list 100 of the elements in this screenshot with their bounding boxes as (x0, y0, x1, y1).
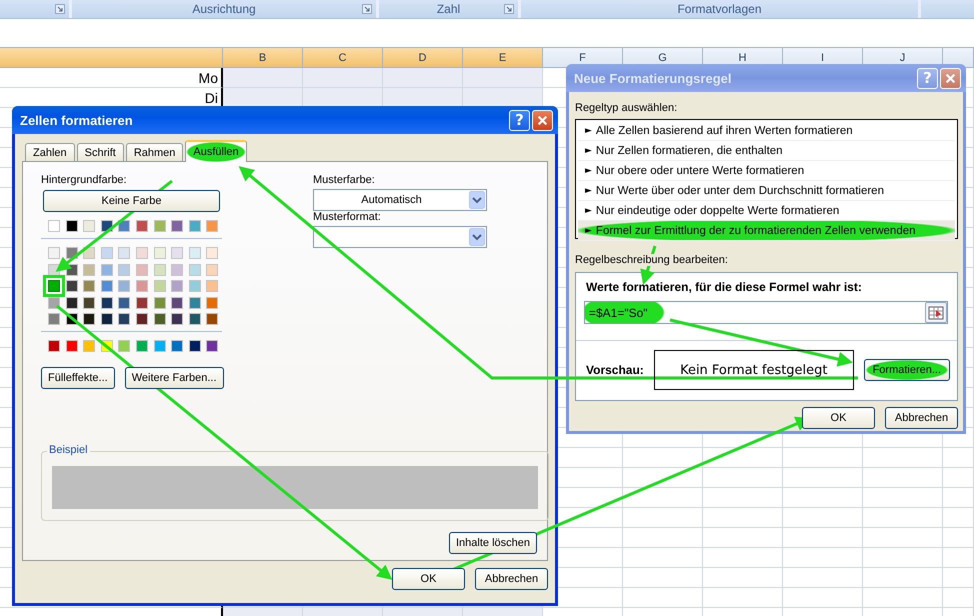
no-color-button[interactable]: Keine Farbe (43, 190, 220, 212)
color-swatch[interactable] (66, 340, 78, 352)
color-swatch[interactable] (48, 220, 60, 232)
color-swatch[interactable] (188, 247, 201, 259)
more-colors-button[interactable]: Weitere Farben... (124, 367, 224, 389)
rule-type-item[interactable]: ► Nur obere oder untere Werte formatieren (578, 161, 955, 181)
color-swatch[interactable] (188, 220, 201, 232)
pattern-color-dropdown[interactable]: Automatisch (313, 189, 487, 211)
tab[interactable]: Schrift (76, 143, 124, 161)
triangle-marker: ► (585, 166, 592, 176)
color-swatch[interactable] (206, 247, 218, 259)
color-swatch[interactable] (83, 220, 96, 232)
color-swatch[interactable] (154, 220, 166, 232)
color-swatch[interactable] (154, 313, 166, 325)
tab[interactable]: Zahlen (25, 143, 75, 161)
color-swatch[interactable] (83, 280, 96, 292)
color-swatch[interactable] (136, 220, 148, 232)
color-swatch[interactable] (118, 264, 130, 276)
format-button[interactable]: Formatieren... (864, 359, 950, 381)
color-swatch[interactable] (171, 264, 184, 276)
color-swatch[interactable] (171, 220, 184, 232)
color-swatch[interactable] (188, 296, 201, 308)
color-swatch[interactable] (171, 313, 184, 325)
color-swatch[interactable] (66, 280, 78, 292)
tab[interactable]: Rahmen (126, 143, 184, 161)
color-swatch[interactable] (188, 280, 201, 292)
color-swatch[interactable] (136, 340, 148, 352)
color-swatch[interactable] (83, 264, 96, 276)
color-swatch[interactable] (188, 340, 201, 352)
column-header[interactable]: D (383, 48, 463, 68)
pattern-style-label: Musterformat: (313, 211, 382, 223)
cancel-button[interactable]: Abbrechen (475, 568, 548, 590)
triangle-marker: ► (585, 186, 592, 196)
color-swatch[interactable] (100, 280, 113, 292)
dialog-launcher-icon[interactable] (362, 4, 372, 14)
color-swatch[interactable] (206, 313, 218, 325)
window-title: Zellen formatieren (20, 112, 134, 128)
color-swatch[interactable] (118, 280, 130, 292)
color-swatch[interactable] (136, 264, 148, 276)
color-swatch[interactable] (136, 296, 148, 308)
color-swatch[interactable] (154, 296, 166, 308)
color-swatch[interactable] (136, 280, 148, 292)
color-swatch[interactable] (66, 296, 78, 308)
color-swatch[interactable] (136, 313, 148, 325)
triangle-marker: ► (585, 206, 592, 216)
help-button[interactable]: ? (509, 110, 530, 130)
color-swatch[interactable] (118, 340, 130, 352)
color-swatch[interactable] (171, 280, 184, 292)
tab[interactable]: Ausfüllen (185, 140, 247, 162)
color-swatch[interactable] (118, 296, 130, 308)
color-swatch[interactable] (171, 340, 184, 352)
color-swatch[interactable] (154, 280, 166, 292)
clear-contents-button[interactable]: Inhalte löschen (449, 532, 537, 554)
color-swatch[interactable] (154, 247, 166, 259)
ok-button[interactable]: OK (392, 568, 465, 590)
window-title: Neue Formatierungsregel (574, 70, 732, 86)
ok-button[interactable]: OK (802, 407, 875, 429)
color-swatch[interactable] (83, 313, 96, 325)
rule-type-item[interactable]: ► Alle Zellen basierend auf ihren Werten formatieren (578, 121, 955, 141)
color-swatch[interactable] (48, 247, 60, 259)
color-swatch[interactable] (100, 313, 113, 325)
column-header[interactable]: C (303, 48, 383, 68)
range-select-button[interactable] (925, 302, 947, 323)
color-swatch[interactable] (118, 247, 130, 259)
color-swatch[interactable] (188, 313, 201, 325)
color-swatch[interactable] (48, 313, 60, 325)
column-header[interactable]: E (463, 48, 543, 68)
color-swatch[interactable] (171, 296, 184, 308)
rule-type-item[interactable]: ► Nur Werte über oder unter dem Durchschnitt formatieren (578, 181, 955, 201)
cancel-button[interactable]: Abbrechen (885, 407, 958, 429)
color-swatch[interactable] (154, 264, 166, 276)
column-header[interactable]: B (223, 48, 303, 68)
color-swatch[interactable] (100, 296, 113, 308)
rule-type-item[interactable]: ► Formel zur Ermittlung der zu formatierenden Zellen verwenden (578, 221, 955, 241)
color-swatch[interactable] (206, 280, 218, 292)
color-swatch[interactable] (206, 296, 218, 308)
rule-type-text: Nur Zellen formatieren, die enthalten (596, 144, 783, 156)
triangle-marker: ► (585, 126, 592, 136)
color-swatch[interactable] (206, 340, 218, 352)
color-swatch[interactable] (83, 296, 96, 308)
close-button[interactable] (532, 110, 553, 130)
chevron-down-icon (469, 228, 485, 246)
color-swatch[interactable] (171, 247, 184, 259)
column-header[interactable] (0, 48, 223, 68)
dialog-launcher-icon[interactable] (504, 4, 514, 14)
pattern-style-dropdown[interactable] (313, 226, 487, 248)
color-swatch[interactable] (118, 313, 130, 325)
dialog-launcher-icon[interactable] (55, 4, 65, 14)
color-swatch[interactable] (48, 340, 60, 352)
color-swatch[interactable] (66, 220, 78, 232)
color-swatch[interactable] (206, 264, 218, 276)
fill-effects-button[interactable]: Fülleffekte... (41, 367, 115, 389)
color-swatch[interactable] (100, 264, 113, 276)
color-swatch[interactable] (136, 247, 148, 259)
color-swatch[interactable] (154, 340, 166, 352)
color-swatch[interactable] (83, 340, 96, 352)
color-swatch[interactable] (100, 247, 113, 259)
color-swatch[interactable] (206, 220, 218, 232)
rule-type-item[interactable]: ► Nur Zellen formatieren, die enthalten (578, 141, 955, 161)
color-swatch[interactable] (188, 264, 201, 276)
